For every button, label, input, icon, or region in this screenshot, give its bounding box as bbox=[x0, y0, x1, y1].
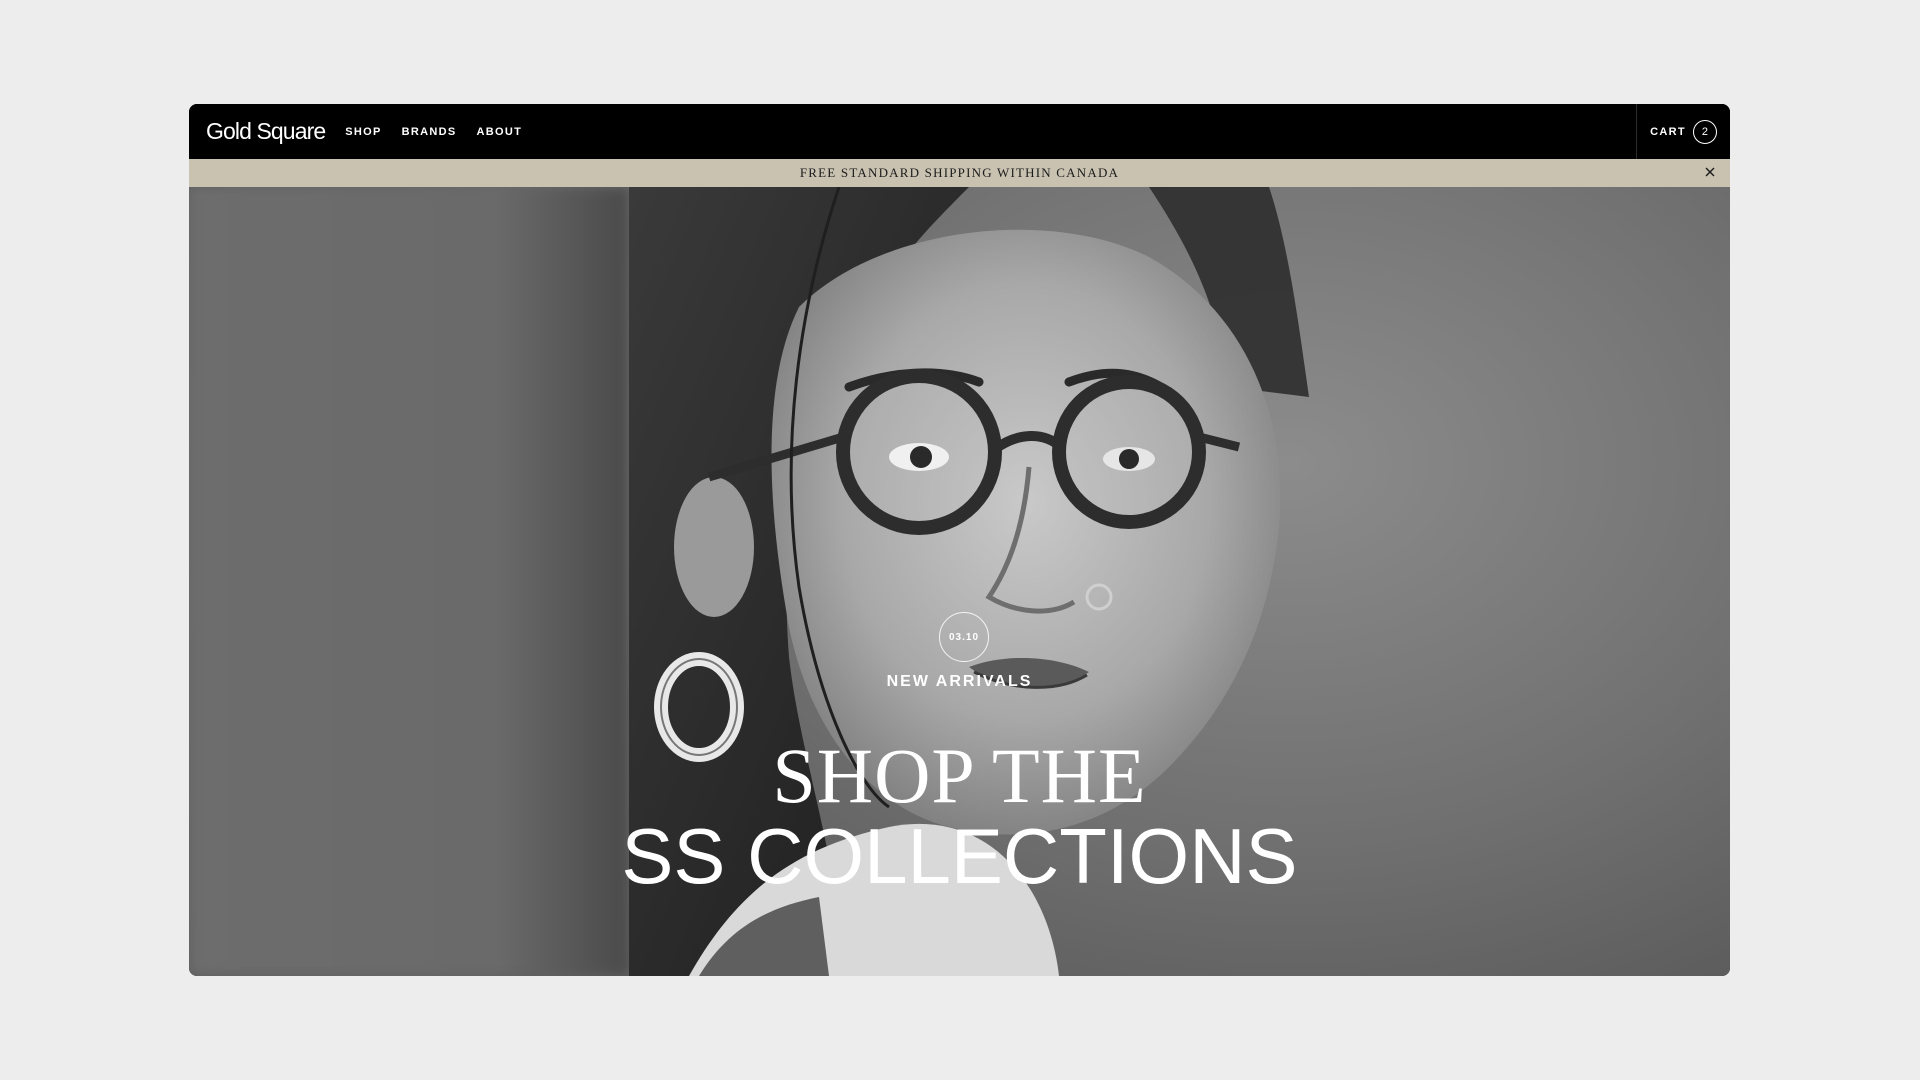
hero-background-blur bbox=[189, 187, 629, 976]
nav-brands[interactable]: BRANDS bbox=[402, 126, 457, 138]
nav-shop[interactable]: SHOP bbox=[345, 126, 381, 138]
cart-count-badge: 2 bbox=[1692, 119, 1717, 144]
hero-banner[interactable]: 03.10 NEW ARRIVALS SHOP THE SS COLLECTIO… bbox=[189, 187, 1730, 976]
main-nav: SHOP BRANDS ABOUT bbox=[345, 126, 522, 138]
site-header: Gold Square SHOP BRANDS ABOUT CART 2 bbox=[189, 104, 1730, 159]
cart-label: CART bbox=[1650, 125, 1686, 138]
cart-button[interactable]: CART 2 bbox=[1636, 104, 1730, 159]
nav-about[interactable]: ABOUT bbox=[476, 126, 522, 138]
logo[interactable]: Gold Square bbox=[206, 118, 326, 145]
browser-page: Gold Square SHOP BRANDS ABOUT CART 2 FRE… bbox=[189, 104, 1730, 976]
close-icon[interactable] bbox=[1704, 166, 1716, 178]
portrait-photo bbox=[629, 187, 1730, 976]
announcement-bar: FREE STANDARD SHIPPING WITHIN CANADA bbox=[189, 159, 1730, 187]
announcement-text: FREE STANDARD SHIPPING WITHIN CANADA bbox=[799, 165, 1120, 180]
